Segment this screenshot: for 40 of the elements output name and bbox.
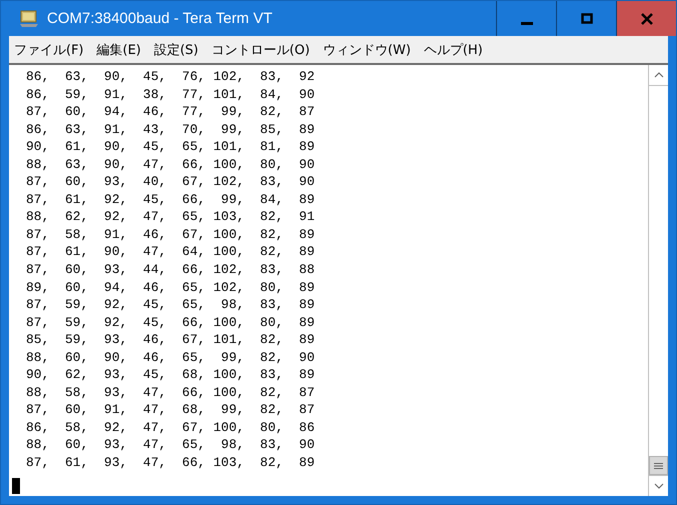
minimize-icon	[520, 22, 532, 25]
terminal-line: 87, 60, 94, 46, 77, 99, 82, 87	[26, 103, 315, 121]
scroll-thumb[interactable]	[649, 456, 668, 475]
terminal-line: 87, 61, 92, 45, 66, 99, 84, 89	[26, 190, 315, 208]
menu-item[interactable]: ファイル(F)	[9, 40, 92, 58]
menu-item[interactable]: コントロール(O)	[206, 40, 318, 58]
terminal-line: 87, 61, 90, 47, 64, 100, 82, 89	[26, 243, 315, 262]
terminal-line: 89, 60, 94, 46, 65, 102, 80, 89	[26, 278, 315, 296]
menu-item[interactable]: 編集(E)	[92, 40, 149, 58]
terminal-line: 88, 60, 90, 46, 65, 99, 82, 90	[26, 348, 315, 366]
terminal-line: 86, 63, 91, 43, 70, 99, 85, 89	[26, 120, 315, 138]
close-icon	[640, 12, 652, 24]
text-cursor	[12, 478, 20, 494]
terminal-line: 87, 59, 92, 45, 66, 100, 80, 89	[26, 314, 315, 332]
terminal-line: 90, 62, 93, 45, 68, 100, 83, 89	[26, 366, 315, 384]
terminal-line: 87, 60, 91, 47, 68, 99, 82, 87	[26, 401, 315, 419]
chevron-up-icon	[654, 72, 664, 78]
terminal-app-icon	[19, 10, 39, 28]
terminal-line: 88, 62, 92, 47, 65, 103, 82, 91	[26, 208, 315, 226]
grip-icon	[654, 462, 663, 470]
chevron-down-icon	[654, 483, 664, 489]
terminal-line: 88, 60, 93, 47, 65, 98, 83, 90	[26, 436, 315, 454]
maximize-icon	[580, 12, 592, 24]
terminal-line: 87, 60, 93, 40, 67, 102, 83, 90	[26, 173, 315, 191]
terminal-line: 88, 63, 90, 47, 66, 100, 80, 90	[26, 156, 315, 174]
terminal-line: 85, 59, 93, 46, 67, 101, 82, 89	[26, 331, 315, 349]
terminal-line: 87, 60, 93, 44, 66, 102, 83, 88	[26, 261, 315, 279]
terminal-line: 88, 58, 93, 47, 66, 100, 82, 87	[26, 384, 315, 402]
terminal-line: 87, 61, 93, 47, 66, 103, 82, 89	[26, 454, 315, 472]
terminal-line: 87, 59, 92, 45, 65, 98, 83, 89	[26, 296, 315, 314]
terminal-line: 86, 63, 90, 45, 76, 102, 83, 92	[26, 68, 315, 86]
close-button[interactable]	[616, 1, 676, 36]
terminal-line: 86, 58, 92, 47, 67, 100, 80, 86	[26, 418, 315, 436]
window-title: COM7:38400baud - Tera Term VT	[47, 10, 274, 27]
menu-item[interactable]: ヘルプ(H)	[418, 40, 491, 58]
terminal-line: 90, 61, 90, 45, 65, 101, 81, 89	[26, 138, 315, 156]
menu-item[interactable]: ウィンドウ(W)	[318, 40, 419, 58]
terminal-line: 87, 58, 91, 46, 67, 100, 82, 89	[26, 226, 315, 244]
terminal-line: 86, 59, 91, 38, 77, 101, 84, 90	[26, 86, 315, 104]
menu-item[interactable]: 設定(S)	[148, 40, 206, 58]
